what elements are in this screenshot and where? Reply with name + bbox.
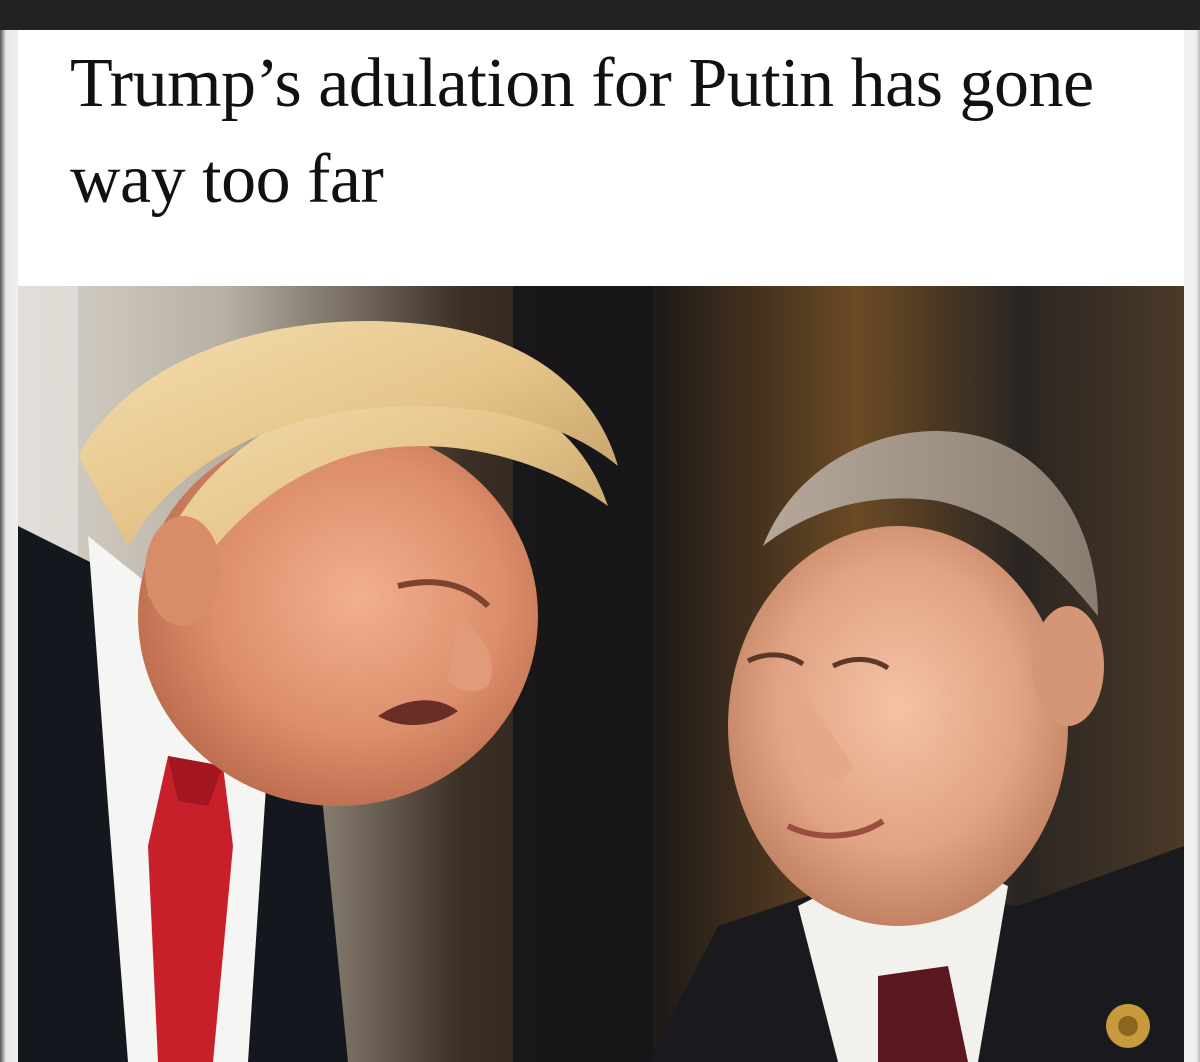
right-ear <box>1032 606 1104 726</box>
article-headline[interactable]: Trump’s adulation for Putin has gone way… <box>70 36 1130 228</box>
article-photo[interactable] <box>18 286 1184 1062</box>
top-edge <box>0 0 1200 30</box>
left-ear <box>145 516 221 626</box>
headline-panel: Trump’s adulation for Putin has gone way… <box>18 30 1184 286</box>
right-edge <box>1184 30 1200 1062</box>
right-face <box>728 526 1068 926</box>
photo-illustration <box>18 286 1184 1062</box>
left-edge <box>0 30 18 1062</box>
screenshot-frame: Trump’s adulation for Putin has gone way… <box>0 0 1200 1062</box>
